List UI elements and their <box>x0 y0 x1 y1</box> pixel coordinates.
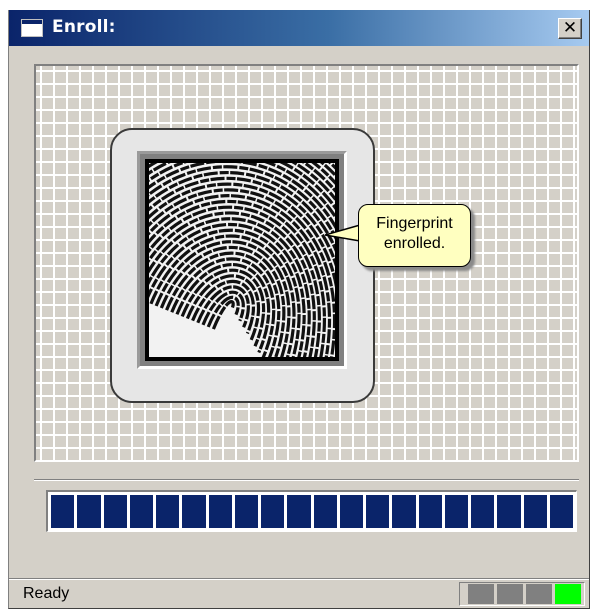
progress-segment <box>51 495 75 528</box>
status-indicator-2 <box>497 584 523 604</box>
progress-segment <box>339 495 363 528</box>
enroll-window: Enroll: ✕ Fingerprint enrolled. Ready <box>8 10 590 609</box>
balloon-line-2: enrolled. <box>383 235 446 252</box>
status-indicator-4 <box>555 584 581 604</box>
balloon-line-1: Fingerprint <box>376 215 453 232</box>
progress-segment <box>392 495 416 528</box>
divider <box>34 479 579 481</box>
fingerprint-capture-panel: Fingerprint enrolled. <box>34 64 579 462</box>
status-bar: Ready <box>9 578 589 608</box>
close-button[interactable]: ✕ <box>558 18 582 39</box>
sensor-inner-frame <box>137 151 347 369</box>
fingerprint-image <box>145 159 339 361</box>
progress-segment <box>471 495 495 528</box>
progress-segment <box>182 495 206 528</box>
progress-segment <box>497 495 521 528</box>
progress-segment <box>418 495 442 528</box>
progress-segment <box>313 495 337 528</box>
progress-segment <box>444 495 468 528</box>
balloon-pointer <box>325 224 361 242</box>
progress-segment <box>287 495 311 528</box>
progress-segment <box>156 495 180 528</box>
progress-segment <box>366 495 390 528</box>
fingerprint-icon <box>149 163 335 357</box>
progress-segment <box>103 495 127 528</box>
progress-segment <box>129 495 153 528</box>
status-indicator-3 <box>526 584 552 604</box>
status-text: Ready <box>23 585 70 602</box>
status-balloon: Fingerprint enrolled. <box>358 204 471 267</box>
status-indicators <box>459 582 585 606</box>
progress-segment <box>549 495 573 528</box>
progress-segment <box>234 495 258 528</box>
sensor-frame <box>110 128 375 403</box>
progress-segment <box>208 495 232 528</box>
window-icon <box>21 19 43 37</box>
title-bar[interactable]: Enroll: ✕ <box>9 10 589 46</box>
progress-segment <box>261 495 285 528</box>
status-indicator-1 <box>468 584 494 604</box>
progress-segment <box>77 495 101 528</box>
window-title: Enroll: <box>52 17 116 37</box>
enroll-progress-bar <box>46 490 577 532</box>
close-icon: ✕ <box>562 18 578 38</box>
progress-segment <box>523 495 547 528</box>
